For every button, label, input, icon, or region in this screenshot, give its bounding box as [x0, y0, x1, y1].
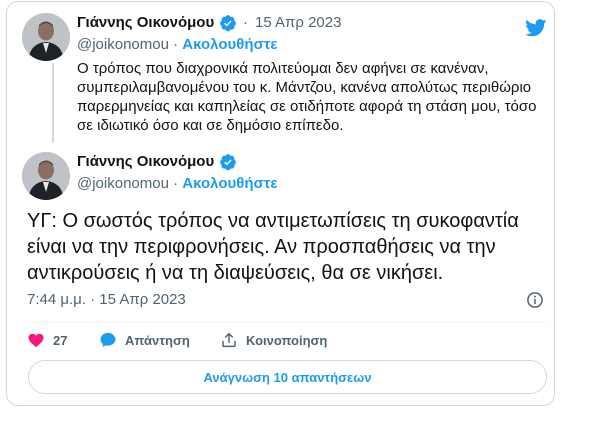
reply-label: Απάντηση: [125, 332, 190, 348]
handle-row: @joikonomou · Ακολουθήστε: [77, 36, 278, 53]
avatar[interactable]: [22, 13, 70, 61]
tweet-timestamp[interactable]: 7:44 μ.μ. · 15 Απρ 2023: [27, 291, 186, 308]
follow-link[interactable]: Ακολουθήστε: [182, 36, 277, 53]
separator: ·: [173, 175, 179, 192]
main-tweet-text: ΥΓ: Ο σωστός τρόπος να αντιμετωπίσεις τη…: [27, 210, 519, 284]
avatar[interactable]: [22, 152, 70, 200]
tweet-card: Γιάννης Οικονόμου · 15 Απρ 2023 @joikono…: [6, 1, 555, 406]
handle-row: @joikonomou · Ακολουθήστε: [77, 175, 278, 192]
info-icon[interactable]: [526, 291, 544, 309]
read-replies-button[interactable]: Ανάγνωση 10 απαντήσεων: [28, 360, 547, 394]
separator: ·: [243, 14, 248, 31]
verified-badge-icon: [220, 15, 236, 32]
tweet-date[interactable]: 15 Απρ 2023: [255, 14, 341, 31]
heart-icon: [28, 333, 44, 348]
user-handle[interactable]: @joikonomou: [77, 175, 169, 192]
verified-badge-icon: [220, 154, 236, 171]
like-count: 27: [53, 332, 68, 348]
divider: [27, 322, 547, 323]
separator: ·: [173, 36, 179, 53]
like-button[interactable]: 27: [27, 330, 67, 350]
twitter-bird-icon[interactable]: [525, 19, 547, 37]
share-button[interactable]: Κοινοποίηση: [220, 330, 327, 350]
user-handle[interactable]: @joikonomou: [77, 36, 169, 53]
follow-link[interactable]: Ακολουθήστε: [182, 175, 277, 192]
thread-connector: [52, 63, 54, 143]
speech-bubble-icon: [100, 332, 116, 348]
author-name[interactable]: Γιάννης Οικονόμου: [77, 14, 214, 31]
read-replies-label: Ανάγνωση 10 απαντήσεων: [203, 369, 372, 385]
share-upload-icon: [222, 332, 236, 348]
reply-button[interactable]: Απάντηση: [99, 330, 190, 350]
reply-tweet-text: Ο τρόπος που διαχρονικά πολιτεύομαι δεν …: [77, 60, 537, 134]
share-label: Κοινοποίηση: [246, 332, 328, 348]
author-name[interactable]: Γιάννης Οικονόμου: [77, 153, 214, 170]
